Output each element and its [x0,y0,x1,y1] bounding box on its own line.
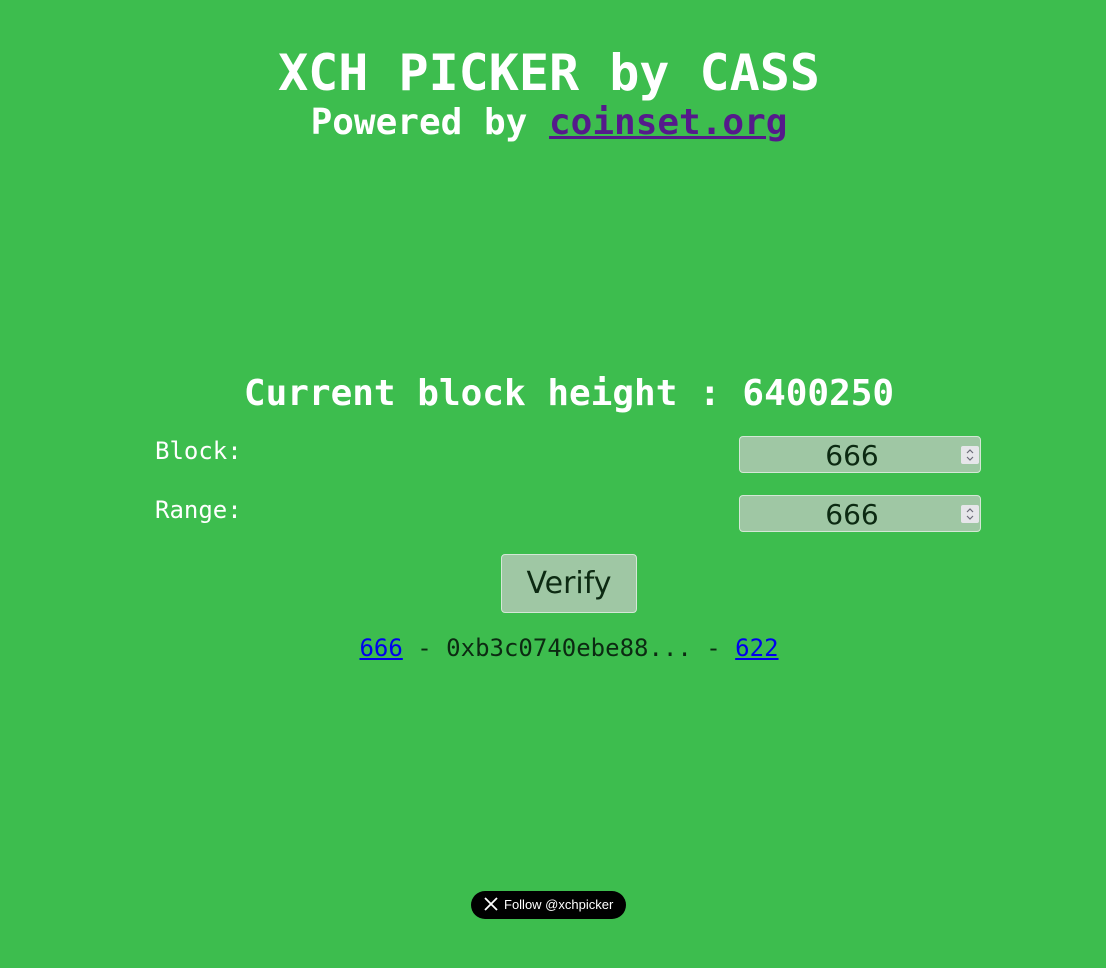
page-title: XCH PICKER by CASS [278,44,820,102]
verify-button[interactable]: Verify [501,554,637,613]
result-line: 666 - 0xb3c0740ebe88... - 622 [0,632,1106,664]
block-input-value: 666 [825,439,879,472]
range-spinner[interactable] [961,505,979,523]
result-block-link[interactable]: 666 [359,634,402,662]
result-separator: - [402,634,447,662]
powered-by-label: Powered by [310,102,549,143]
range-number-input[interactable]: 666 [739,495,981,532]
range-label: Range: [155,496,242,524]
coinset-link[interactable]: coinset.org [549,102,787,143]
x-logo-icon [484,897,498,911]
block-spinner[interactable] [961,446,979,464]
result-hash: 0xb3c0740ebe88... [446,634,692,662]
block-number-input[interactable]: 666 [739,436,981,473]
current-block-height: Current block height : 6400250 [243,373,895,414]
block-label: Block: [155,437,242,465]
twitter-follow-button[interactable]: Follow @xchpicker [471,891,626,919]
spinner-arrows-icon [966,508,974,520]
result-picked-link[interactable]: 622 [735,634,778,662]
result-separator: - [691,634,736,662]
spinner-arrows-icon [966,449,974,461]
follow-label: Follow @xchpicker [504,897,614,912]
range-input-value: 666 [825,498,879,531]
powered-by-line: Powered by coinset.org [0,101,1098,145]
